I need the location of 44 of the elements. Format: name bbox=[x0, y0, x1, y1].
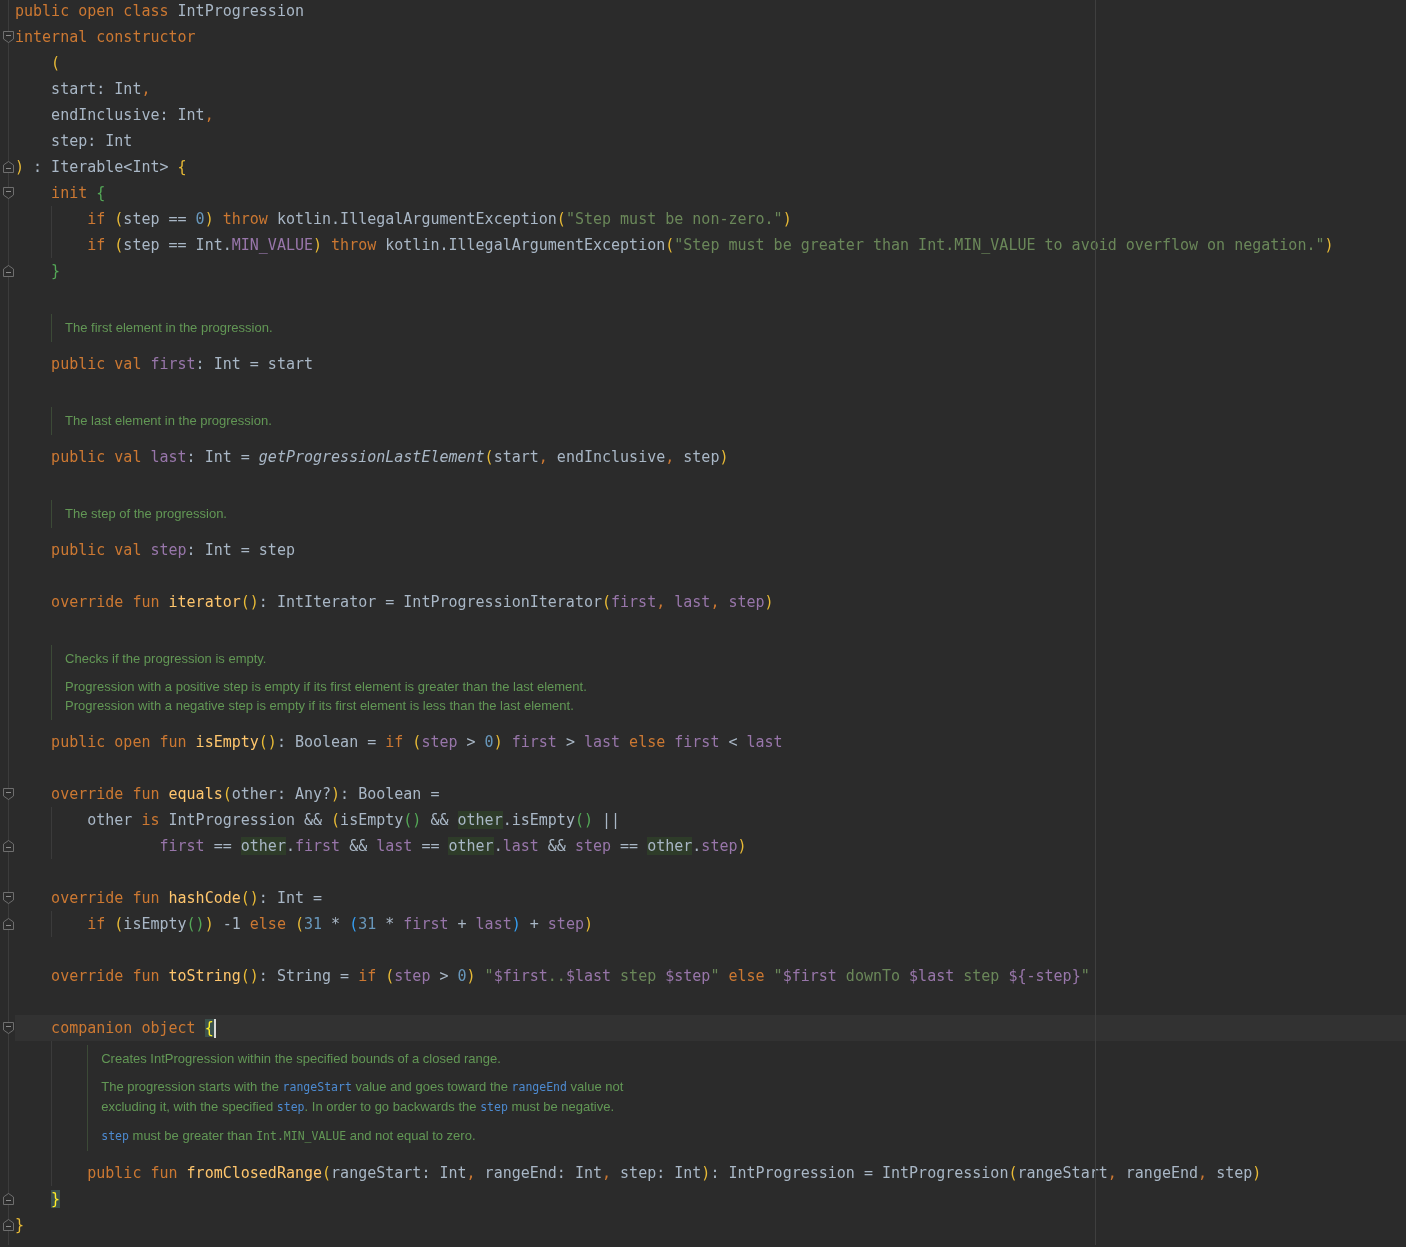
code-line: override fun equals(other: Any?): Boolean = bbox=[51, 784, 440, 805]
code-line: other is IntProgression && (isEmpty() && other.isEmpty() || bbox=[87, 810, 621, 831]
code-line: public val last: Int = getProgressionLastElement(start, endInclusive, step) bbox=[51, 447, 729, 468]
code-line: public val first: Int = start bbox=[51, 354, 313, 375]
fold-icon[interactable] bbox=[3, 918, 14, 930]
code-line: public open class IntProgression bbox=[15, 1, 304, 22]
code-line: ( bbox=[51, 53, 61, 74]
code-line: ) : Iterable<Int> { bbox=[15, 157, 187, 178]
fold-icon[interactable] bbox=[3, 840, 14, 852]
code-line: if (isEmpty()) -1 else (31 * (31 * first + last) + step) bbox=[87, 914, 593, 935]
doc-paragraph: Progression with a positive step is empty if its first element is greater than the last element. Progression with a negative step is empty if its first element is less than the last element. bbox=[65, 678, 587, 715]
doc-paragraph: The first element in the progression. bbox=[65, 319, 273, 337]
code-line: first == other.first && last == other.last && step == other.step) bbox=[159, 836, 747, 857]
code-line: internal constructor bbox=[15, 27, 196, 48]
code-line: companion object { bbox=[51, 1018, 214, 1039]
fold-icon[interactable] bbox=[3, 892, 14, 904]
code-line: public open fun isEmpty(): Boolean = if (step > 0) first > last else first < last bbox=[51, 732, 783, 753]
code-line: if (step == Int.MIN_VALUE) throw kotlin.IllegalArgumentException("Step must be greater than Int.MIN_VALUE to avoid overflow on negation.") bbox=[87, 235, 1334, 256]
doc-paragraph: Checks if the progression is empty. bbox=[65, 650, 267, 668]
fold-icon[interactable] bbox=[3, 1022, 14, 1034]
fold-icon[interactable] bbox=[3, 1193, 14, 1205]
doc-paragraph: step must be greater than Int.MIN_VALUE and not equal to zero. bbox=[101, 1127, 476, 1145]
fold-icon[interactable] bbox=[3, 161, 14, 173]
fold-icon[interactable] bbox=[3, 187, 14, 199]
code-line: override fun toString(): String = if (step > 0) "$first..$last step $step" else "$first downTo $last step ${-step}" bbox=[51, 966, 1090, 987]
doc-paragraph: The last element in the progression. bbox=[65, 412, 272, 430]
fold-icon[interactable] bbox=[3, 265, 14, 277]
code-line: if (step == 0) throw kotlin.IllegalArgumentException("Step must be non-zero.") bbox=[87, 209, 792, 230]
doc-paragraph: The step of the progression. bbox=[65, 505, 227, 523]
code-line: } bbox=[51, 261, 61, 282]
code-line: init { bbox=[51, 183, 106, 204]
code-line: public fun fromClosedRange(rangeStart: Int, rangeEnd: Int, step: Int): IntProgression = IntProgression(rangeStart, rangeEnd, step) bbox=[87, 1163, 1262, 1184]
fold-icon[interactable] bbox=[3, 31, 14, 43]
doc-paragraph: The progression starts with the rangeStart value and goes toward the rangeEnd value not excluding it, with the specified step. In order to go backwards the step must be negative. bbox=[101, 1078, 624, 1116]
code-line: step: Int bbox=[51, 131, 133, 152]
fold-icon[interactable] bbox=[3, 788, 14, 800]
fold-icon[interactable] bbox=[3, 1219, 14, 1231]
code-line: endInclusive: Int, bbox=[51, 105, 214, 126]
code-line: override fun hashCode(): Int = bbox=[51, 888, 323, 909]
code-line: public val step: Int = step bbox=[51, 540, 295, 561]
code-line: start: Int, bbox=[51, 79, 151, 100]
code-line: } bbox=[15, 1215, 25, 1236]
code-line: override fun iterator(): IntIterator = IntProgressionIterator(first, last, step) bbox=[51, 592, 774, 613]
doc-paragraph: Creates IntProgression within the specified bounds of a closed range. bbox=[101, 1050, 501, 1068]
